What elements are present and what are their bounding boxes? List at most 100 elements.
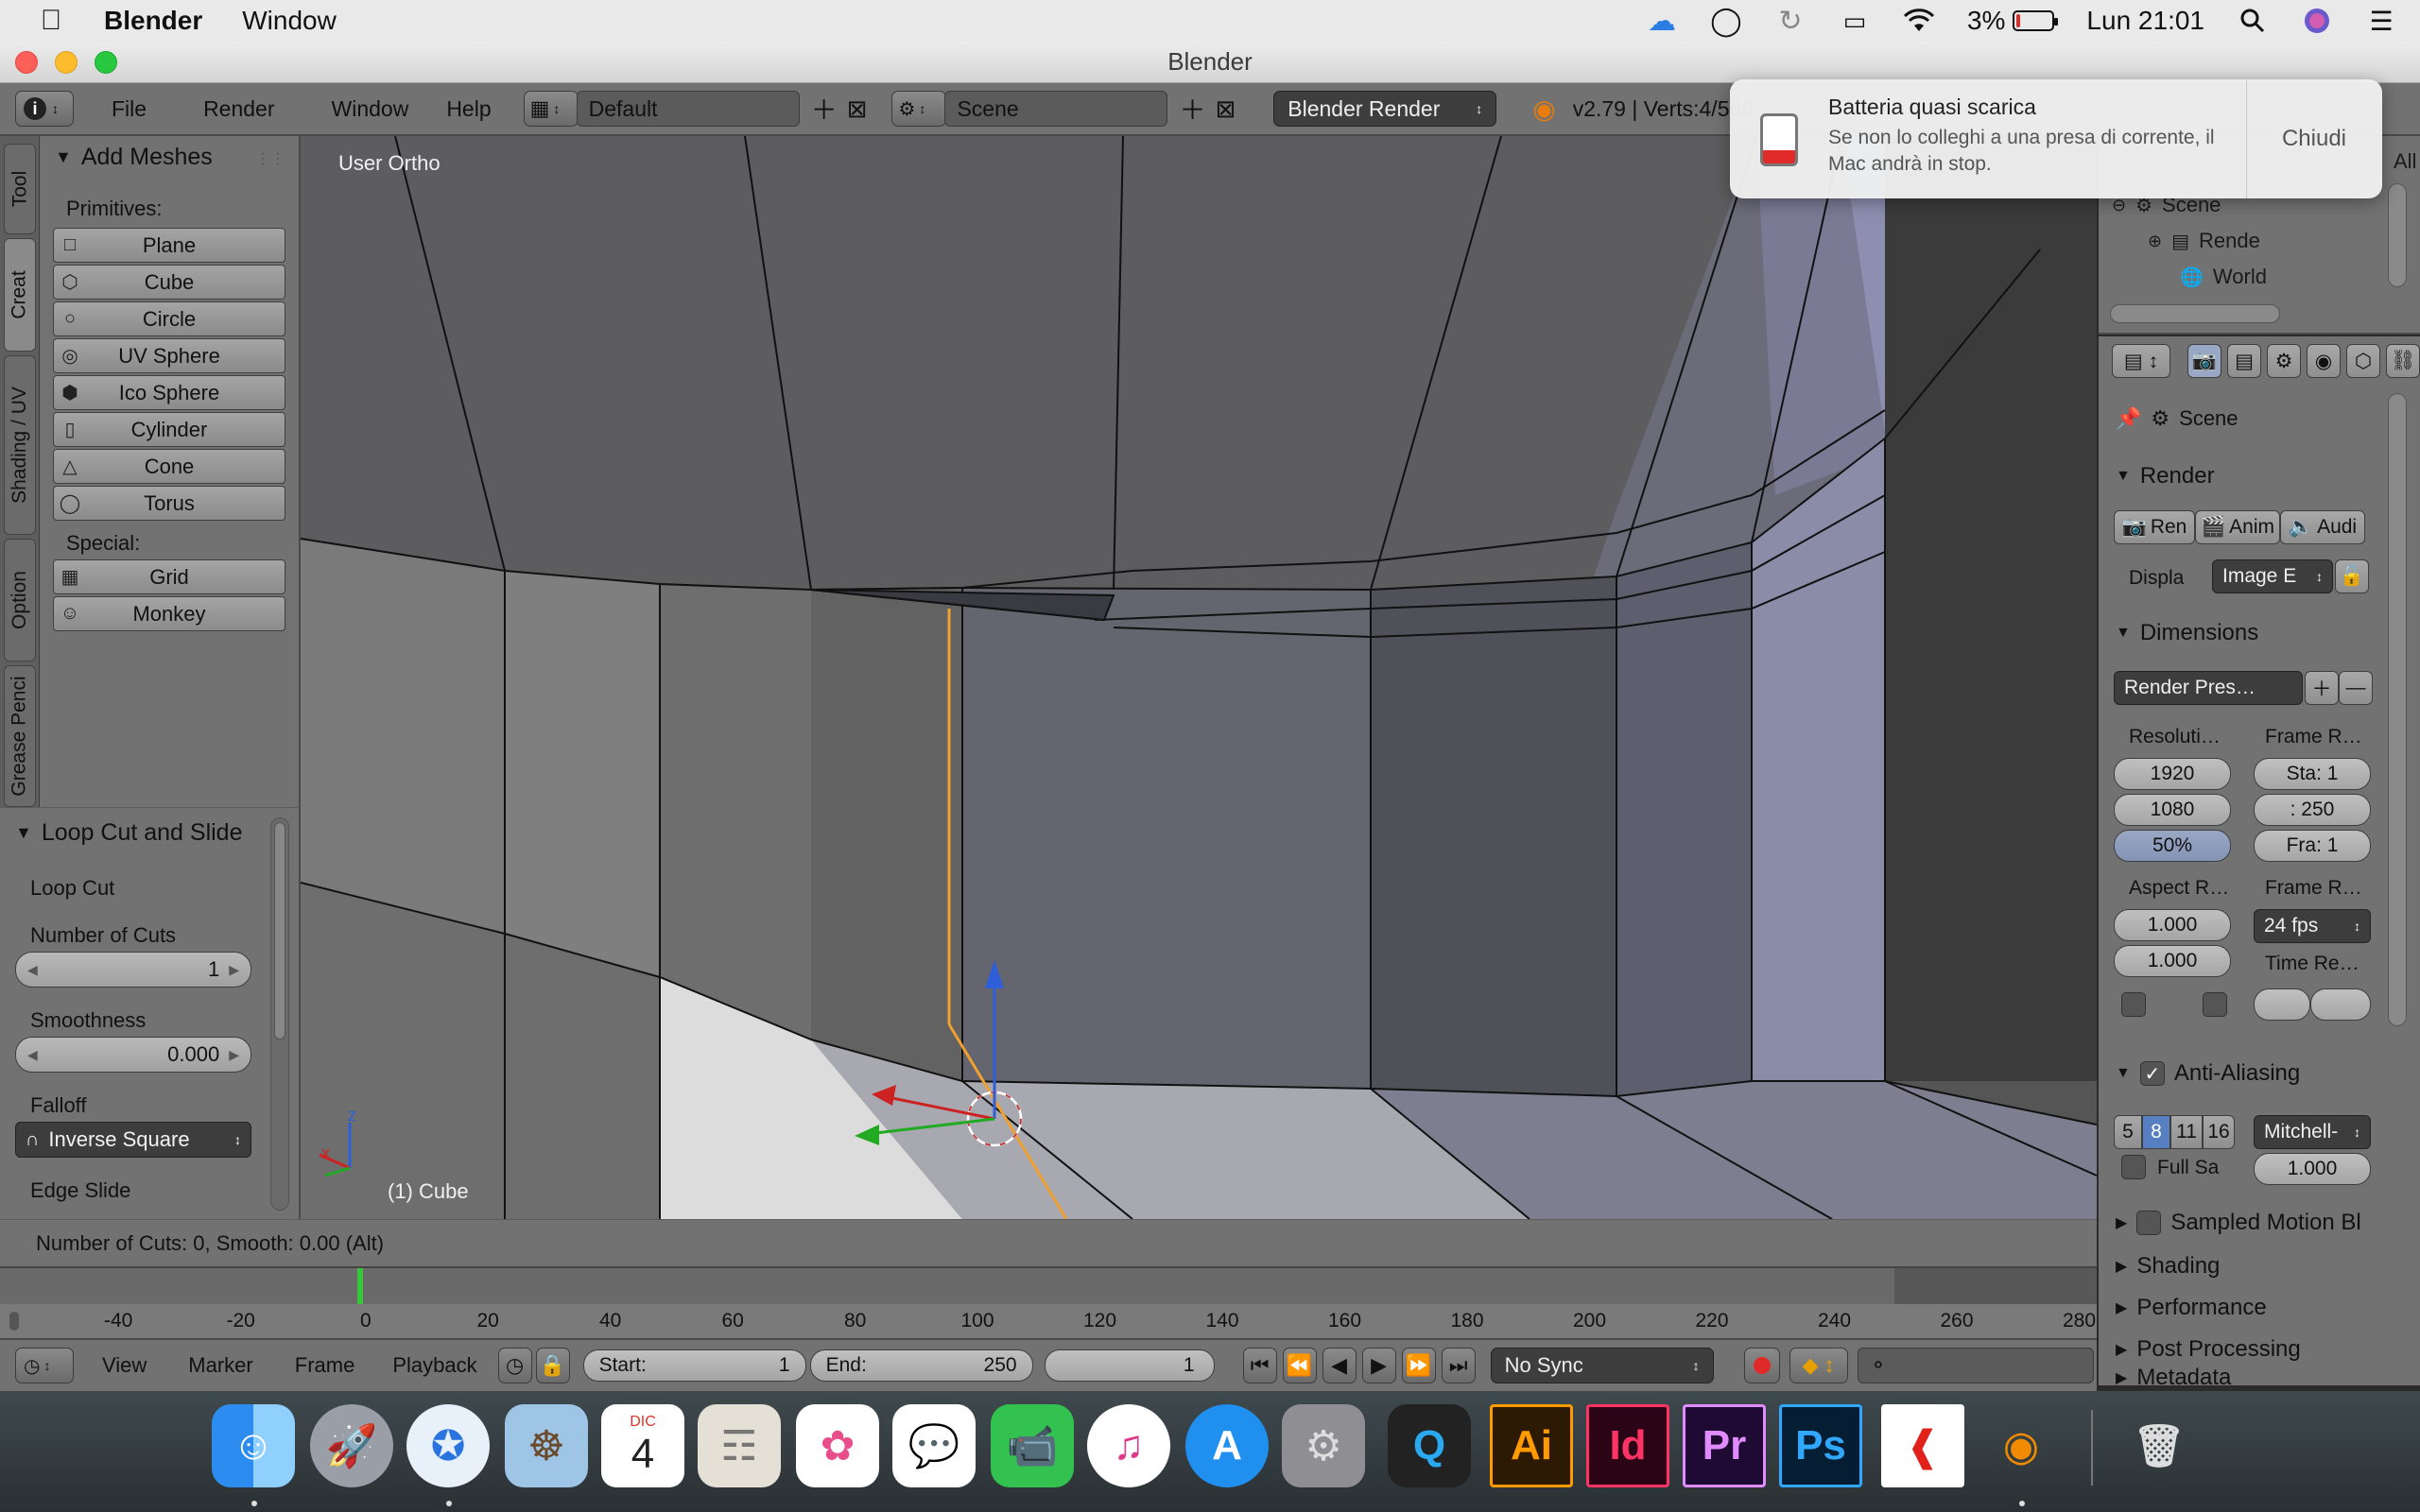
add-ico-sphere-button[interactable]: ⬢ Ico Sphere <box>53 375 285 410</box>
full-sample-checkbox[interactable] <box>2121 1155 2146 1179</box>
low-battery-notification[interactable]: Batteria quasi scarica Se non lo collegh… <box>1730 79 2382 198</box>
tab-create[interactable]: Creat <box>4 238 36 352</box>
add-torus-button[interactable]: ◯ Torus <box>53 486 285 521</box>
increment-arrow-icon[interactable]: ▶ <box>229 962 239 978</box>
keying-set-icon[interactable]: ◆ ↕ <box>1789 1348 1848 1383</box>
outliner-filter-label[interactable]: All <box>2394 149 2416 174</box>
remove-preset-button[interactable]: — <box>2339 671 2373 705</box>
jump-keyframe-forward-icon[interactable]: ⏩ <box>1401 1348 1436 1383</box>
blender-icon[interactable]: ◉ <box>1979 1404 2063 1487</box>
remove-layout-icon[interactable]: ⊠ <box>847 94 868 124</box>
add-cone-button[interactable]: △ Cone <box>53 449 285 484</box>
properties-editor-type[interactable]: ▤ ↕ <box>2112 344 2170 378</box>
jump-keyframe-back-icon[interactable]: ⏪ <box>1282 1348 1317 1383</box>
frame-rate-select[interactable]: 24 fps ↕ <box>2254 909 2371 943</box>
add-uv-sphere-button[interactable]: ◎ UV Sphere <box>53 338 285 373</box>
menu-file[interactable]: File <box>112 96 147 122</box>
spotlight-search-icon[interactable] <box>2237 8 2269 34</box>
time-remap-old-field[interactable] <box>2254 988 2310 1021</box>
mesh-wireframe[interactable] <box>301 136 2097 1219</box>
resolution-y-field[interactable]: 1080 <box>2114 794 2231 826</box>
loop-cut-header[interactable]: ▼ Loop Cut and Slide <box>15 819 243 847</box>
indesign-icon[interactable]: Id <box>1586 1404 1669 1487</box>
post-processing-panel-header[interactable]: ▶ Post Processing <box>2116 1336 2301 1363</box>
add-grid-button[interactable]: ▦ Grid <box>53 559 285 594</box>
screen-layout-field[interactable]: Default <box>576 91 800 127</box>
remove-scene-icon[interactable]: ⊠ <box>1215 94 1236 124</box>
zoom-window-button[interactable] <box>95 51 117 74</box>
resolution-x-field[interactable]: 1920 <box>2114 758 2231 790</box>
add-circle-button[interactable]: ○ Circle <box>53 301 285 336</box>
window-menu[interactable]: Window <box>242 6 337 36</box>
finder-icon[interactable]: ☺ <box>212 1404 295 1487</box>
photos-icon[interactable]: ✿ <box>796 1404 879 1487</box>
constraints-tab-icon[interactable]: ⛓ <box>2386 344 2420 378</box>
timeline-editor-type-button[interactable]: ◷ ↕ <box>15 1348 74 1383</box>
render-tab-camera-icon[interactable]: 📷 <box>2187 344 2221 378</box>
add-cube-button[interactable]: ⬡ Cube <box>53 265 285 300</box>
menu-window[interactable]: Window <box>332 96 409 122</box>
tab-shading-uv[interactable]: Shading / UV <box>4 355 36 535</box>
aa-samples-5[interactable]: 5 <box>2114 1115 2142 1149</box>
launchpad-icon[interactable]: 🚀 <box>310 1404 393 1487</box>
world-tab-icon[interactable]: ◉ <box>2307 344 2341 378</box>
render-engine-select[interactable]: Blender Render ↕ <box>1273 91 1497 127</box>
facetime-icon[interactable]: 📹 <box>991 1404 1074 1487</box>
menu-help[interactable]: Help <box>446 96 491 122</box>
object-tab-cube-icon[interactable]: ⬡ <box>2346 344 2380 378</box>
render-layers-tab-icon[interactable]: ▤ <box>2227 344 2261 378</box>
wifi-icon[interactable] <box>1903 8 1935 34</box>
sync-mode-select[interactable]: No Sync ↕ <box>1490 1348 1714 1383</box>
app-store-icon[interactable]: A <box>1185 1404 1269 1487</box>
siri-icon[interactable] <box>2301 8 2333 34</box>
resolution-percent-field[interactable]: 50% <box>2114 830 2231 862</box>
drag-handle-icon[interactable]: ⋮⋮ <box>255 149 285 168</box>
screen-layout-type-button[interactable]: ▦ ↕ <box>523 91 579 127</box>
render-audio-button[interactable]: 🔈 Audi <box>2280 510 2365 544</box>
app-menu[interactable]: Blender <box>104 6 202 36</box>
add-scene-icon[interactable]: ＋ <box>1179 90 1205 128</box>
messages-icon[interactable]: 💬 <box>892 1404 976 1487</box>
outliner-row-world[interactable]: 🌐 World <box>2180 265 2267 289</box>
jump-start-icon[interactable]: ⏮ <box>1242 1348 1277 1383</box>
current-frame-field[interactable]: 1 <box>1044 1349 1215 1382</box>
aspect-x-field[interactable]: 1.000 <box>2114 909 2231 941</box>
cloud-sync-icon[interactable]: ☁ <box>1646 6 1678 37</box>
motion-blur-checkbox[interactable] <box>2136 1211 2162 1235</box>
minimize-window-button[interactable] <box>55 51 78 74</box>
lock-interface-button[interactable]: 🔓 <box>2335 559 2369 593</box>
play-reverse-icon[interactable]: ◀ <box>1322 1348 1357 1383</box>
timeline-ruler[interactable]: -40 -20 0 20 40 60 80 100 120 140 160 180 200 220 240 2… <box>0 1304 2097 1338</box>
render-presets-select[interactable]: Render Pres… <box>2114 671 2303 705</box>
border-checkbox[interactable] <box>2121 992 2146 1017</box>
expand-icon[interactable]: ⊕ <box>2148 232 2162 251</box>
number-of-cuts-field[interactable]: ◀ 1 ▶ <box>15 952 251 988</box>
crop-checkbox[interactable] <box>2203 992 2227 1017</box>
illustrator-icon[interactable]: Ai <box>1490 1404 1573 1487</box>
itunes-icon[interactable]: ♫ <box>1087 1404 1170 1487</box>
display-select[interactable]: Image E ↕ <box>2212 559 2333 593</box>
add-layout-icon[interactable]: ＋ <box>811 90 838 128</box>
scene-field[interactable]: Scene <box>944 91 1168 127</box>
calendar-icon[interactable]: DIC 4 <box>601 1404 684 1487</box>
decrement-arrow-icon[interactable]: ◀ <box>27 1047 38 1063</box>
falloff-select[interactable]: ∩ Inverse Square ↕ <box>15 1122 251 1158</box>
battery-status[interactable]: 3% <box>1967 6 2059 36</box>
shading-panel-header[interactable]: ▶ Shading <box>2116 1253 2220 1280</box>
add-monkey-button[interactable]: ☺ Monkey <box>53 596 285 631</box>
editor-type-button[interactable]: i ↕ <box>15 91 74 127</box>
safari-icon[interactable]: ✪ <box>406 1404 490 1487</box>
lock-frames-icon[interactable]: 🔒 <box>535 1348 570 1383</box>
start-frame-field[interactable]: Start: 1 <box>582 1349 806 1382</box>
trash-icon[interactable]: 🗑 <box>2118 1404 2201 1487</box>
aa-samples-8[interactable]: 8 <box>2142 1115 2170 1149</box>
tab-options[interactable]: Option <box>4 539 36 662</box>
play-icon[interactable]: ▶ <box>1361 1348 1396 1383</box>
photoshop-icon[interactable]: Ps <box>1779 1404 1862 1487</box>
performance-panel-header[interactable]: ▶ Performance <box>2116 1295 2267 1321</box>
aa-samples-16[interactable]: 16 <box>2203 1115 2235 1149</box>
aa-samples-11[interactable]: 11 <box>2170 1115 2203 1149</box>
timeline-menu-playback[interactable]: Playback <box>392 1353 476 1378</box>
tab-tool[interactable]: Tool <box>4 144 36 234</box>
decrement-arrow-icon[interactable]: ◀ <box>27 962 38 978</box>
